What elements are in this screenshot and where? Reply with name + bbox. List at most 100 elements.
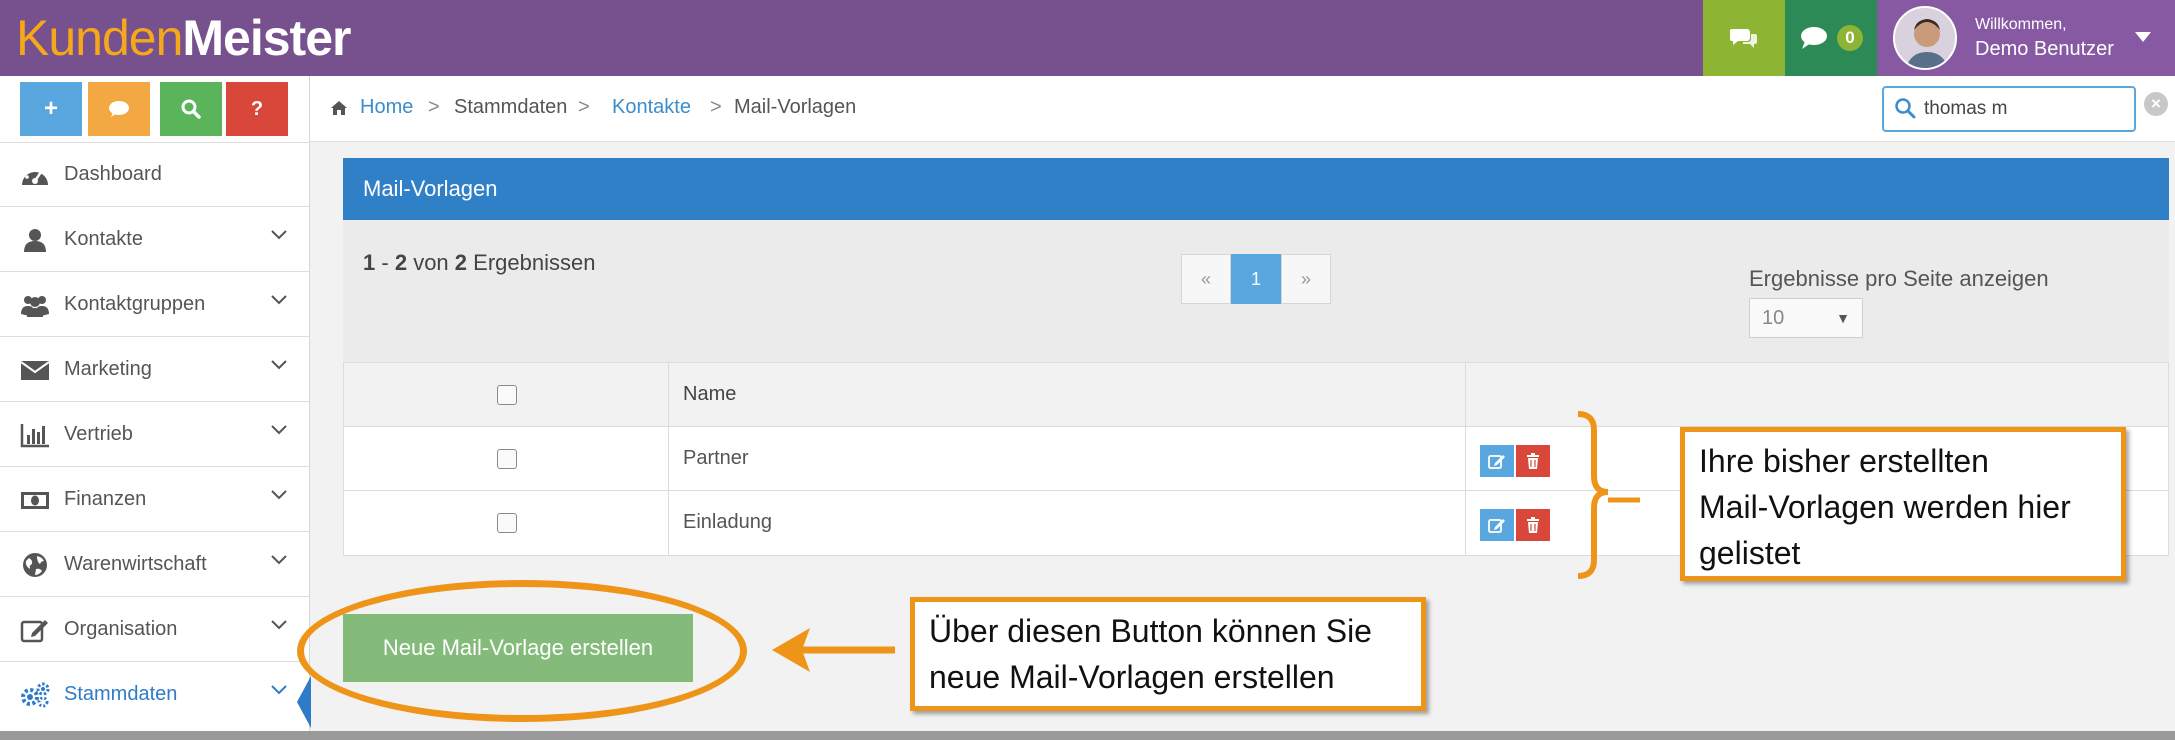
welcome-block: Willkommen, Demo Benutzer <box>1975 14 2114 62</box>
sidebar-item-label: Kontaktgruppen <box>64 292 206 315</box>
breadcrumb-separator: > <box>428 96 440 118</box>
row-checkbox-cell <box>344 427 669 490</box>
sidebar-item-marketing[interactable]: Marketing <box>0 336 310 401</box>
panel-toolbar: 1 - 2 von 2 Ergebnissen « 1 » Ergebnisse… <box>343 220 2169 362</box>
pager-page-1[interactable]: 1 <box>1231 254 1281 304</box>
quick-add-button[interactable]: + <box>20 82 82 136</box>
sidebar-item-label: Dashboard <box>64 163 162 185</box>
sidebar-item-finanzen[interactable]: Finanzen <box>0 466 310 531</box>
sidebar-item-stammdaten[interactable]: Stammdaten <box>0 661 311 728</box>
chat-button[interactable] <box>1703 0 1785 76</box>
breadcrumb-separator: > <box>578 96 590 118</box>
search-icon <box>1895 98 1916 119</box>
gears-icon <box>21 682 50 708</box>
annotation-list-note: Ihre bisher erstellten Mail-Vorlagen wer… <box>1680 427 2126 581</box>
welcome-text: Willkommen, <box>1975 16 2067 33</box>
sidebar-item-label: Organisation <box>64 617 178 640</box>
sidebar-item-label: Warenwirtschaft <box>64 552 207 575</box>
results-to: 2 <box>394 250 408 275</box>
clear-search-icon[interactable]: × <box>2144 92 2168 116</box>
sidebar-item-warenwirtschaft[interactable]: Warenwirtschaft <box>0 531 310 596</box>
annotation-button-note: Über diesen Button können Sie neue Mail-… <box>910 597 1426 711</box>
logo-part-kunden: Kunden <box>16 10 183 66</box>
user-menu[interactable]: Willkommen, Demo Benutzer <box>1877 0 2175 76</box>
active-item-marker <box>297 676 311 728</box>
annotation-line: neue Mail-Vorlagen erstellen <box>929 659 1335 695</box>
breadcrumb-current: Mail-Vorlagen <box>734 96 857 118</box>
annotation-line: Ihre bisher erstellten <box>1699 443 1989 479</box>
column-header-name: Name <box>683 383 737 405</box>
users-icon <box>21 296 49 317</box>
edit-button[interactable] <box>1480 445 1514 477</box>
money-icon <box>21 492 49 509</box>
sidebar-item-label: Marketing <box>64 357 152 380</box>
table-header-row: Name <box>344 363 2168 427</box>
header-checkbox-cell <box>344 363 669 426</box>
search-box[interactable] <box>1882 86 2136 132</box>
search-input[interactable] <box>1924 96 2124 122</box>
row-name-cell: Einladung <box>669 491 1466 555</box>
header-actions-cell <box>1466 363 2170 426</box>
envelope-icon <box>20 361 50 380</box>
globe-icon <box>23 553 47 577</box>
results-summary: 1 - 2 von 2 Ergebnissen <box>363 250 596 275</box>
sidebar-item-kontakte[interactable]: Kontakte <box>0 206 310 271</box>
comment-icon <box>1801 27 1827 49</box>
chevron-down-icon <box>271 360 287 370</box>
breadcrumb-kontakte[interactable]: Kontakte <box>612 96 691 119</box>
app-root: KundenMeister 0 Willkommen, Demo Benutze… <box>0 0 2175 740</box>
results-from: 1 <box>363 250 376 275</box>
edit-icon <box>1488 455 1505 469</box>
annotation-highlight-ellipse <box>297 580 747 722</box>
quick-help-button[interactable]: ? <box>226 82 288 136</box>
select-all-checkbox[interactable] <box>497 385 517 405</box>
row-checkbox[interactable] <box>497 449 517 469</box>
row-name: Partner <box>683 447 749 469</box>
pager-next-button[interactable]: » <box>1281 254 1331 304</box>
sidebar-item-organisation[interactable]: Organisation <box>0 596 310 661</box>
row-name: Einladung <box>683 511 772 533</box>
chevron-down-icon <box>271 425 287 435</box>
delete-button[interactable] <box>1516 509 1550 541</box>
sidebar-item-label: Kontakte <box>64 227 143 250</box>
edit-button[interactable] <box>1480 509 1514 541</box>
sidebar-item-dashboard[interactable]: Dashboard <box>0 142 310 206</box>
results-label: Ergebnissen <box>473 250 596 275</box>
avatar <box>1893 6 1957 70</box>
sidebar-item-label: Vertrieb <box>64 422 133 445</box>
pager-prev-button[interactable]: « <box>1181 254 1231 304</box>
chevron-down-icon <box>271 295 287 305</box>
user-menu-caret-icon[interactable] <box>2135 32 2151 42</box>
sidebar-item-label: Stammdaten <box>64 682 178 705</box>
home-icon[interactable] <box>330 100 348 116</box>
delete-button[interactable] <box>1516 445 1550 477</box>
sidebar: + ? Dashboard Kontakte Kontaktgruppen Ma… <box>0 76 311 740</box>
row-checkbox-cell <box>344 491 669 555</box>
app-logo[interactable]: KundenMeister <box>16 8 351 68</box>
search-icon <box>181 99 201 119</box>
quick-search-button[interactable] <box>160 82 222 136</box>
chevron-down-icon <box>271 685 287 695</box>
header-name-cell: Name <box>669 363 1466 426</box>
row-name-cell: Partner <box>669 427 1466 490</box>
chevron-down-icon <box>271 490 287 500</box>
dashboard-icon <box>22 167 48 185</box>
quick-chat-button[interactable] <box>88 82 150 136</box>
per-page-value: 10 <box>1762 307 1785 329</box>
bottom-scrollbar[interactable] <box>0 731 2175 740</box>
panel-title: Mail-Vorlagen <box>363 176 498 201</box>
breadcrumb-home[interactable]: Home <box>360 96 413 119</box>
breadcrumb-stammdaten: Stammdaten <box>454 96 568 118</box>
user-icon <box>24 229 46 252</box>
sidebar-item-vertrieb[interactable]: Vertrieb <box>0 401 310 466</box>
row-checkbox[interactable] <box>497 513 517 533</box>
logo-part-meister: Meister <box>182 10 351 66</box>
chevron-down-icon <box>271 230 287 240</box>
user-name: Demo Benutzer <box>1975 38 2114 60</box>
messages-button[interactable]: 0 <box>1785 0 1877 76</box>
sidebar-item-kontaktgruppen[interactable]: Kontaktgruppen <box>0 271 310 336</box>
chevron-down-icon: ▼ <box>1836 310 1850 326</box>
trash-icon <box>1527 517 1539 533</box>
pagination: « 1 » <box>1181 254 1331 304</box>
per-page-select[interactable]: 10 ▼ <box>1749 298 1863 338</box>
